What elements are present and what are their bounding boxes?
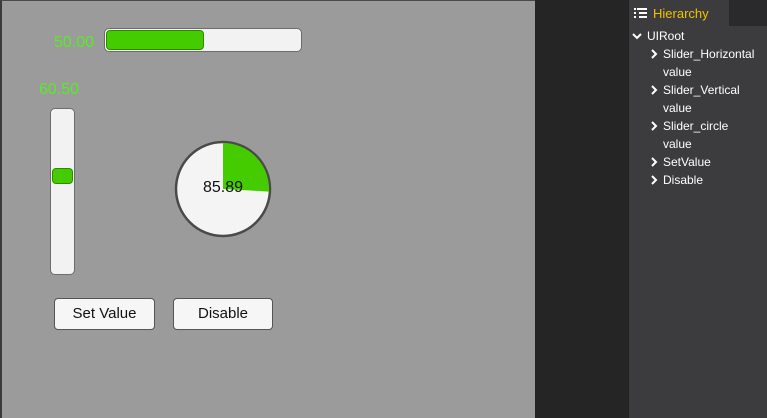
tree-item-sublabel: value xyxy=(663,65,692,79)
tab-hierarchy[interactable]: Hierarchy xyxy=(629,0,729,26)
tree-item-slider-vertical[interactable]: Slider_Vertical xyxy=(663,83,740,97)
vertical-slider-value-label: 60.50 xyxy=(39,81,80,98)
editor-window: 50.00 60.50 85.89 Set Value Disable Hier… xyxy=(0,0,767,418)
tree-item-slider-horizontal[interactable]: Slider_Horizontal xyxy=(663,47,754,61)
editor-gutter xyxy=(535,0,628,418)
chevron-right-icon[interactable] xyxy=(649,175,659,185)
horizontal-slider-fill[interactable] xyxy=(106,30,204,50)
disable-button[interactable]: Disable xyxy=(173,298,273,330)
tree-item-sublabel: value xyxy=(663,137,692,151)
chevron-right-icon[interactable] xyxy=(649,85,659,95)
vertical-slider-handle[interactable] xyxy=(52,168,73,184)
hierarchy-tab-bar: Hierarchy xyxy=(629,0,767,26)
set-value-button[interactable]: Set Value xyxy=(54,298,155,330)
vertical-slider[interactable] xyxy=(50,108,75,275)
chevron-right-icon[interactable] xyxy=(649,49,659,59)
chevron-right-icon[interactable] xyxy=(649,121,659,131)
tree-item-slider-circle[interactable]: Slider_circle xyxy=(663,119,728,133)
tree-item-setvalue[interactable]: SetValue xyxy=(663,155,711,169)
tree-item-sublabel: value xyxy=(663,101,692,115)
hierarchy-tab-label: Hierarchy xyxy=(653,6,709,21)
hierarchy-panel: Hierarchy UIRoot Slider_Horizontal value… xyxy=(628,0,767,418)
tree-item-disable[interactable]: Disable xyxy=(663,173,703,187)
hierarchy-list-icon xyxy=(634,8,647,18)
horizontal-slider-value-label: 50.00 xyxy=(54,34,95,51)
chevron-down-icon[interactable] xyxy=(632,31,642,41)
tree-item-uiroot[interactable]: UIRoot xyxy=(647,29,684,43)
horizontal-slider[interactable] xyxy=(104,28,302,52)
circle-slider-value-label: 85.89 xyxy=(202,179,244,196)
circle-slider[interactable]: 85.89 xyxy=(174,140,272,238)
chevron-right-icon[interactable] xyxy=(649,157,659,167)
scene-view[interactable]: 50.00 60.50 85.89 Set Value Disable xyxy=(0,0,535,418)
